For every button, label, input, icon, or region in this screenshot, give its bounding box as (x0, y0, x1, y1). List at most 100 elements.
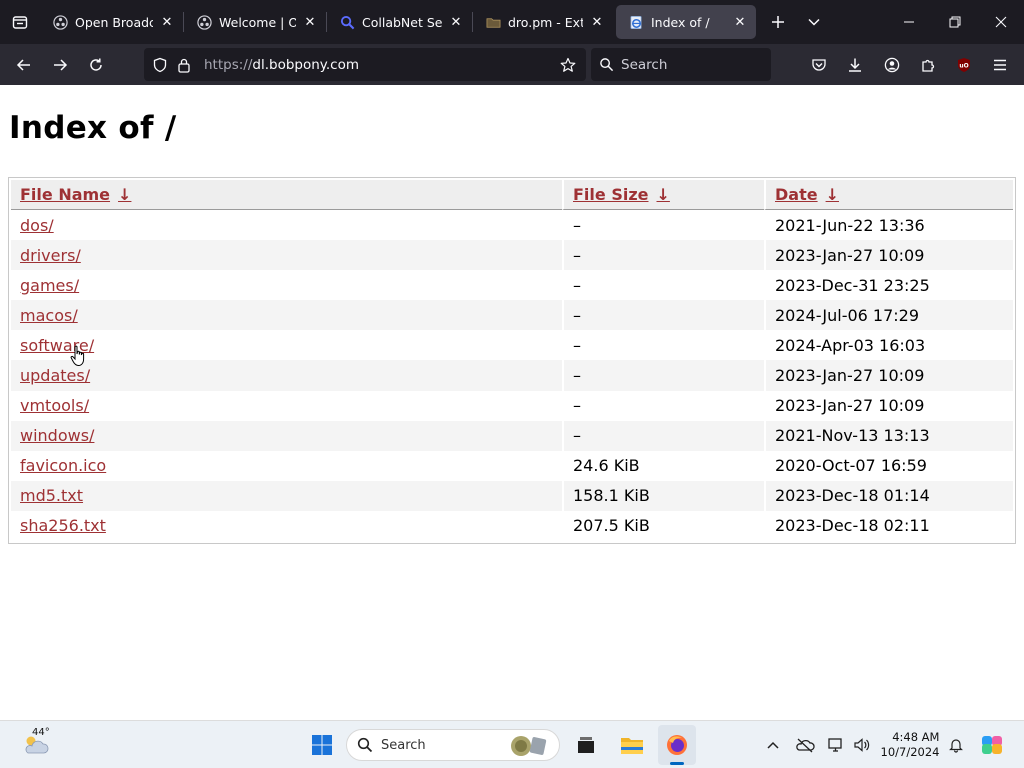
bookmark-star-icon[interactable] (556, 53, 580, 77)
file-link[interactable]: drivers/ (20, 246, 81, 265)
file-name-cell: drivers/ (11, 240, 562, 271)
lock-icon[interactable] (172, 53, 196, 77)
weather-widget[interactable]: 44° (16, 721, 56, 768)
search-icon (357, 737, 373, 753)
column-header-file-size[interactable]: File Size ↓ (562, 180, 764, 210)
sort-by-size-link[interactable]: File Size ↓ (573, 185, 670, 204)
file-date-cell: 2023-Dec-18 02:11 (764, 510, 1013, 542)
file-listing-table: File Name ↓ File Size ↓ Date ↓ dos/ – 2021-… (8, 177, 1016, 545)
search-icon (339, 14, 355, 30)
close-tab-icon[interactable]: ✕ (732, 14, 748, 30)
file-name-cell: windows/ (11, 420, 562, 451)
file-name-cell: vmtools/ (11, 391, 562, 421)
file-link[interactable]: macos/ (20, 306, 78, 325)
tab-dro-pm[interactable]: dro.pm - Extreme ✕ (473, 5, 613, 39)
account-icon[interactable] (876, 48, 908, 81)
table-row: drivers/ – 2023-Jan-27 10:09 (11, 240, 1013, 271)
table-header-row: File Name ↓ File Size ↓ Date ↓ (11, 180, 1013, 210)
chevron-up-icon[interactable] (762, 721, 784, 768)
back-arrow-icon[interactable] (6, 49, 42, 81)
tab-title: Open Broadcast (75, 14, 153, 30)
address-bar[interactable]: https://dl.bobpony.com (144, 48, 586, 81)
file-link[interactable]: windows/ (20, 426, 94, 445)
file-size-cell: 24.6 KiB (562, 450, 764, 481)
minimize-icon[interactable] (886, 0, 932, 44)
close-tab-icon[interactable]: ✕ (302, 14, 318, 30)
file-link[interactable]: vmtools/ (20, 396, 89, 415)
pocket-icon[interactable] (803, 48, 835, 81)
clock[interactable]: 4:48 AM 10/7/2024 (878, 721, 942, 768)
file-size-cell: – (562, 390, 764, 421)
forward-arrow-icon[interactable] (42, 49, 78, 81)
file-size-cell: – (562, 330, 764, 361)
file-explorer-icon[interactable] (614, 721, 650, 768)
file-name-cell: md5.txt (11, 480, 562, 511)
search-icon (591, 57, 621, 72)
search-highlight-icon (507, 734, 553, 758)
onedrive-offline-icon[interactable] (792, 721, 818, 768)
file-link[interactable]: games/ (20, 276, 79, 295)
table-row: sha256.txt 207.5 KiB 2023-Dec-18 02:11 (11, 510, 1013, 542)
file-date-cell: 2023-Dec-31 23:25 (764, 270, 1013, 301)
file-date-cell: 2021-Jun-22 13:36 (764, 210, 1013, 241)
file-name-cell: games/ (11, 270, 562, 300)
file-name-cell: macos/ (11, 300, 562, 331)
file-size-cell: 158.1 KiB (562, 480, 764, 511)
file-size-cell: – (562, 300, 764, 331)
menu-icon[interactable] (984, 48, 1016, 81)
table-row: md5.txt 158.1 KiB 2023-Dec-18 01:14 (11, 480, 1013, 511)
list-all-tabs-icon[interactable] (796, 5, 832, 39)
obs-icon (196, 14, 212, 30)
url-text[interactable]: https://dl.bobpony.com (204, 57, 359, 73)
file-date-cell: 2023-Jan-27 10:09 (764, 390, 1013, 421)
ie-icon (628, 14, 644, 30)
taskbar: 44° Search 4:48 AM 10/7/2024 (0, 720, 1024, 768)
ublock-origin-icon[interactable]: uO (948, 48, 980, 81)
close-tab-icon[interactable]: ✕ (448, 14, 464, 30)
hand-cursor-icon (70, 345, 88, 371)
file-size-cell: – (562, 420, 764, 451)
restore-icon[interactable] (932, 0, 978, 44)
copilot-icon[interactable] (976, 721, 1008, 768)
sort-by-date-link[interactable]: Date ↓ (775, 185, 839, 204)
clock-date: 10/7/2024 (880, 745, 940, 759)
tab-index-of[interactable]: Index of / ✕ (616, 5, 756, 39)
file-date-cell: 2023-Jan-27 10:09 (764, 360, 1013, 391)
file-link[interactable]: favicon.ico (20, 456, 106, 475)
new-tab-icon[interactable] (760, 5, 796, 39)
shield-icon[interactable] (148, 53, 172, 77)
file-name-cell: sha256.txt (11, 511, 562, 541)
table-row: updates/ – 2023-Jan-27 10:09 (11, 360, 1013, 391)
clock-time: 4:48 AM (892, 730, 940, 744)
firefox-taskbar-icon[interactable] (658, 725, 696, 765)
sort-by-name-link[interactable]: File Name ↓ (20, 185, 131, 204)
file-name-cell: dos/ (11, 210, 562, 240)
close-tab-icon[interactable]: ✕ (589, 14, 605, 30)
close-tab-icon[interactable]: ✕ (159, 14, 175, 30)
extensions-icon[interactable] (912, 48, 944, 81)
file-size-cell: – (562, 270, 764, 301)
start-icon[interactable] (304, 721, 340, 768)
reload-icon[interactable] (78, 49, 114, 81)
column-header-date[interactable]: Date ↓ (764, 180, 1013, 210)
close-window-icon[interactable] (978, 0, 1024, 44)
task-view-icon[interactable] (568, 721, 604, 768)
tab-open-broadcast[interactable]: Open Broadcast ✕ (40, 5, 183, 39)
downloads-icon[interactable] (839, 48, 871, 81)
network-icon[interactable] (824, 721, 848, 768)
volume-icon[interactable] (850, 721, 874, 768)
search-bar[interactable]: Search (591, 48, 771, 81)
file-link[interactable]: dos/ (20, 216, 54, 235)
tab-collabnet-search[interactable]: CollabNet Search ✕ (327, 5, 472, 39)
file-link[interactable]: sha256.txt (20, 516, 106, 535)
file-name-cell: favicon.ico (11, 451, 562, 481)
firefox-view-icon[interactable] (0, 0, 40, 44)
file-link[interactable]: md5.txt (20, 486, 83, 505)
table-row: games/ – 2023-Dec-31 23:25 (11, 270, 1013, 301)
taskbar-search-box[interactable]: Search (346, 729, 560, 761)
column-header-file-name[interactable]: File Name ↓ (11, 180, 562, 210)
tab-welcome-obs[interactable]: Welcome | OBS ✕ (184, 5, 326, 39)
page-content: Index of / File Name ↓ File Size ↓ Date ↓ d… (0, 85, 1024, 720)
notification-bell-icon[interactable] (944, 721, 968, 768)
file-date-cell: 2021-Nov-13 13:13 (764, 420, 1013, 451)
